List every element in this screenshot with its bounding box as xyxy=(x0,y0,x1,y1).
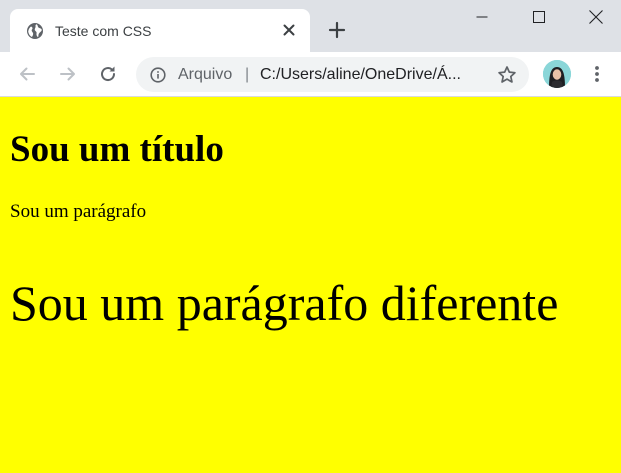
browser-menu-button[interactable] xyxy=(586,62,608,86)
reload-button[interactable] xyxy=(96,62,120,86)
omnibox-separator: | xyxy=(245,66,250,83)
tab-close-icon[interactable] xyxy=(281,22,297,38)
maximize-button[interactable] xyxy=(516,0,562,34)
arrow-left-icon xyxy=(20,67,35,81)
back-button[interactable] xyxy=(15,62,39,86)
page-content: Sou um título Sou um parágrafo Sou um pa… xyxy=(0,97,621,473)
paragraph: Sou um parágrafo xyxy=(10,201,147,222)
url-text[interactable]: C:/Users/aline/OneDrive/Á... xyxy=(260,65,461,85)
browser-toolbar: Arquivo | C:/Users/aline/OneDrive/Á... xyxy=(0,52,621,97)
star-icon[interactable] xyxy=(497,65,517,85)
address-bar[interactable]: Arquivo | C:/Users/aline/OneDrive/Á... xyxy=(136,57,529,92)
globe-icon xyxy=(27,23,43,39)
arrow-right-icon xyxy=(60,67,75,81)
maximize-icon xyxy=(533,11,545,23)
security-label: Arquivo xyxy=(178,66,233,83)
minimize-button[interactable] xyxy=(459,0,505,34)
paragraph-different: Sou um parágrafo diferente xyxy=(10,275,559,331)
kebab-menu-icon xyxy=(595,66,599,82)
browser-tab[interactable]: Teste com CSS xyxy=(10,9,310,52)
reload-icon xyxy=(101,66,116,82)
tab-title: Teste com CSS xyxy=(55,23,152,39)
page-heading: Sou um título xyxy=(10,129,224,170)
close-icon xyxy=(589,10,603,24)
minimize-icon xyxy=(476,16,488,18)
profile-avatar[interactable] xyxy=(543,60,571,88)
avatar-icon xyxy=(543,60,571,88)
forward-button[interactable] xyxy=(56,62,80,86)
browser-titlebar: Teste com CSS xyxy=(0,0,621,52)
info-icon[interactable] xyxy=(150,67,166,83)
close-window-button[interactable] xyxy=(573,0,619,34)
new-tab-plus-icon[interactable] xyxy=(326,19,348,41)
